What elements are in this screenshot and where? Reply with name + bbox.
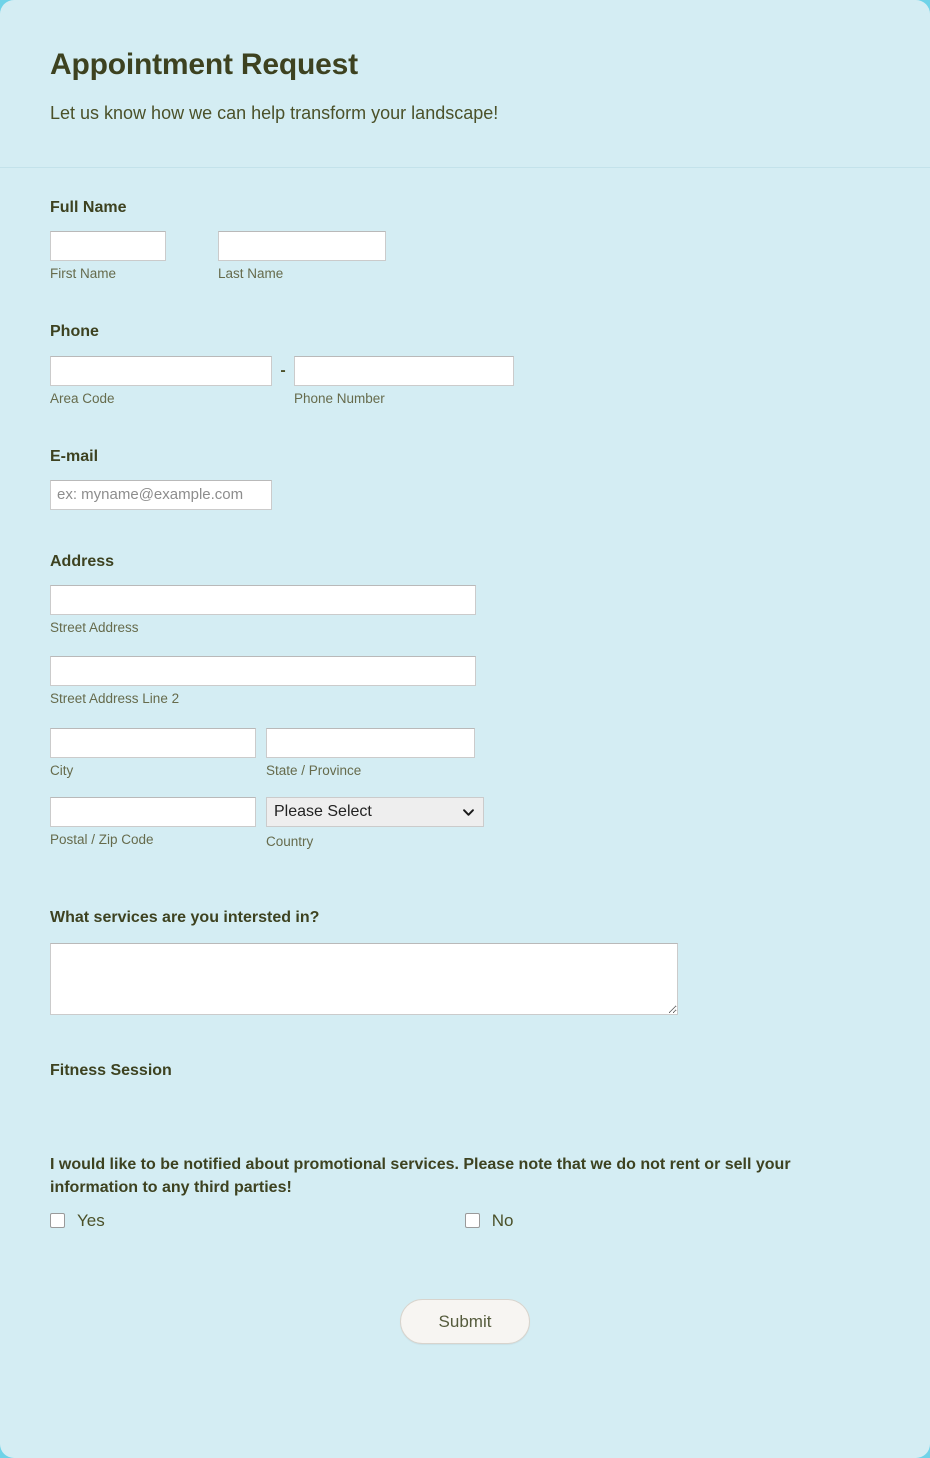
submit-button[interactable]: Submit [399, 1298, 531, 1344]
city-state-row: City State / Province [50, 727, 880, 779]
phone-row: Area Code - Phone Number [50, 355, 880, 407]
phone-number-cell: Phone Number [294, 355, 514, 407]
field-consent: I would like to be notified about promot… [50, 1134, 880, 1229]
consent-option-no-label: No [491, 1210, 514, 1230]
city-cell: City [50, 727, 256, 779]
street-address-2-cell: Street Address Line 2 [50, 656, 476, 707]
full-name-row: First Name Last Name [50, 231, 880, 282]
phone-label: Phone [50, 323, 99, 341]
postal-country-row: Postal / Zip Code Please Select Country [50, 796, 880, 850]
page-title: Appointment Request [50, 48, 358, 81]
state-input[interactable] [266, 727, 475, 758]
field-services: What services are you intersted in? [50, 850, 880, 1016]
country-select[interactable]: Please Select [266, 796, 484, 827]
checkbox-yes[interactable] [50, 1212, 65, 1228]
country-sublabel: Country [266, 833, 314, 849]
consent-option-yes[interactable]: Yes [50, 1212, 105, 1229]
checkbox-no[interactable] [464, 1212, 480, 1228]
address-label: Address [50, 552, 115, 570]
form-body: Full Name First Name Last Name Phone Are… [0, 168, 930, 1344]
fitness-session-label: Fitness Session [50, 1062, 172, 1080]
phone-number-sublabel: Phone Number [294, 390, 385, 406]
area-code-cell: Area Code [50, 355, 272, 407]
state-sublabel: State / Province [266, 762, 362, 778]
field-email: E-mail [50, 407, 880, 510]
services-textarea[interactable] [50, 943, 678, 1016]
first-name-cell: First Name [50, 231, 166, 282]
phone-number-input[interactable] [294, 355, 514, 386]
first-name-sublabel: First Name [50, 266, 117, 282]
street-address-2-input[interactable] [50, 656, 476, 687]
consent-question: I would like to be notified about promot… [50, 1156, 791, 1196]
city-input[interactable] [50, 727, 256, 758]
last-name-sublabel: Last Name [218, 266, 284, 282]
email-label: E-mail [50, 447, 99, 465]
street-address-input[interactable] [50, 585, 476, 616]
full-name-label: Full Name [50, 199, 127, 216]
page-subtitle: Let us know how we can help transform yo… [50, 103, 499, 123]
phone-separator: - [280, 361, 286, 379]
country-select-wrap: Please Select [266, 796, 484, 827]
consent-option-no[interactable]: No [464, 1210, 514, 1230]
field-address: Address Street Address Street Address Li… [50, 510, 880, 850]
postal-code-input[interactable] [50, 796, 256, 827]
fitness-session-empty-area [50, 1094, 880, 1134]
area-code-sublabel: Area Code [50, 390, 115, 406]
street-address-cell: Street Address [50, 585, 476, 636]
appointment-request-form: Appointment Request Let us know how we c… [0, 0, 930, 1458]
last-name-cell: Last Name [218, 231, 386, 282]
submit-row: Submit [50, 1229, 880, 1344]
consent-choices: Yes No [50, 1212, 880, 1229]
city-sublabel: City [50, 762, 74, 778]
form-header: Appointment Request Let us know how we c… [0, 0, 930, 168]
first-name-input[interactable] [50, 231, 166, 262]
services-textarea-wrap [50, 943, 678, 1016]
area-code-input[interactable] [50, 355, 272, 386]
last-name-input[interactable] [218, 231, 386, 262]
postal-code-cell: Postal / Zip Code [50, 796, 256, 848]
street-address-2-sublabel: Street Address Line 2 [50, 691, 180, 707]
field-phone: Phone Area Code - Phone Number [50, 282, 880, 406]
email-input[interactable] [50, 479, 272, 510]
services-label: What services are you intersted in? [50, 908, 320, 926]
field-full-name: Full Name First Name Last Name [50, 168, 880, 282]
country-cell: Please Select Country [266, 796, 484, 850]
email-cell [50, 479, 272, 510]
field-fitness-session: Fitness Session [50, 1015, 880, 1134]
postal-code-sublabel: Postal / Zip Code [50, 831, 154, 847]
state-cell: State / Province [266, 727, 475, 779]
street-address-sublabel: Street Address [50, 620, 139, 636]
consent-option-yes-label: Yes [77, 1210, 105, 1230]
